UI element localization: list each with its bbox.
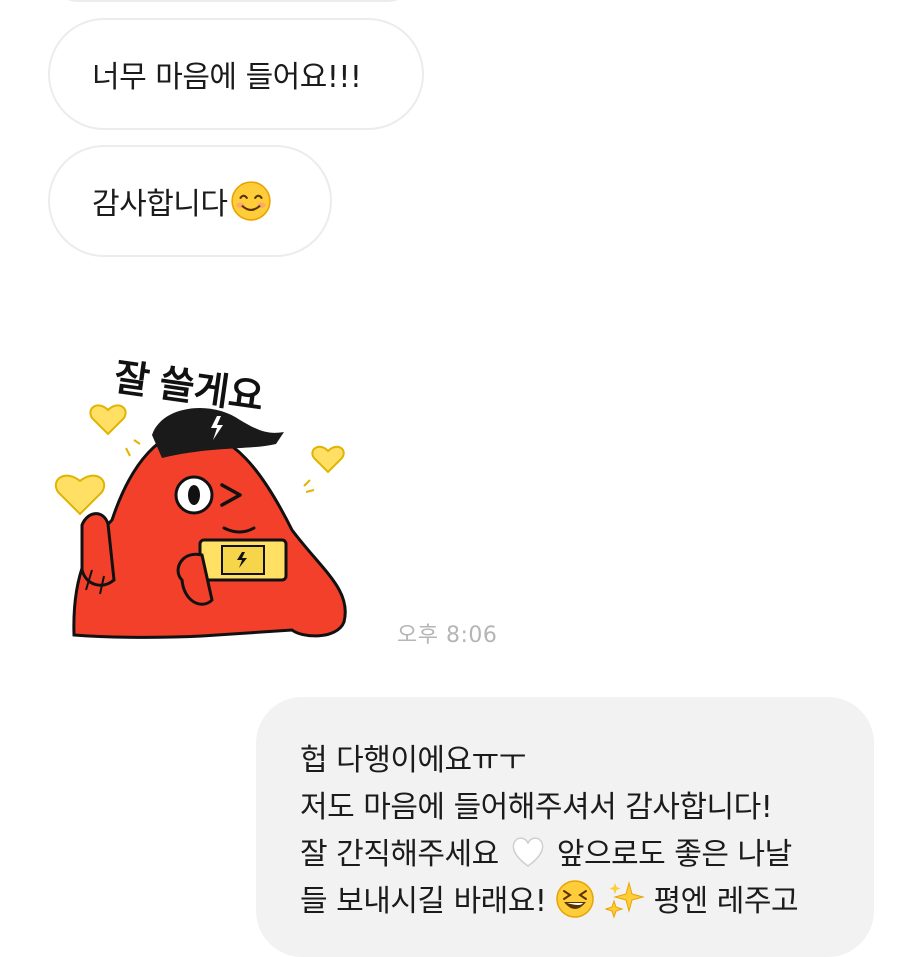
message-timestamp: 오후 8:06	[397, 623, 498, 648]
smiling-face-emoji-icon	[230, 181, 271, 221]
grinning-squinting-face-emoji-icon	[556, 880, 595, 918]
message-line: 들 보내시길 바래요! 평엔 레주고	[300, 878, 874, 925]
red-character-sticker-icon[interactable]: 잘 쓸게요	[52, 340, 362, 650]
message-line: 저도 마음에 들어해주셔서 감사합니다!	[300, 790, 773, 825]
message-text: 너무 마음에 들어요!!!	[92, 60, 362, 95]
white-heart-emoji-icon	[512, 837, 544, 867]
received-message-bubble[interactable]: 감사합니다	[48, 145, 332, 257]
message-line: 잘 간직해주세요 앞으로도 좋은 나날	[300, 831, 874, 878]
message-text: 감사합니다	[92, 187, 228, 222]
message-line-segment: 앞으로도 좋은 나날	[556, 837, 792, 872]
message-bubble-previous[interactable]	[48, 0, 418, 2]
message-line-segment: 평엔 레주고	[653, 884, 799, 919]
message-line-segment: 잘 간직해주세요	[300, 837, 499, 872]
message-line-segment: 들 보내시길 바래요!	[300, 884, 547, 919]
message-line: 헙 다행이에요ㅠㅜ	[300, 743, 526, 778]
sparkles-emoji-icon	[604, 881, 645, 919]
received-message-bubble[interactable]: 너무 마음에 들어요!!!	[48, 18, 424, 130]
sent-message-bubble[interactable]: 헙 다행이에요ㅠㅜ 저도 마음에 들어해주셔서 감사합니다! 잘 간직해주세요 …	[256, 697, 874, 957]
